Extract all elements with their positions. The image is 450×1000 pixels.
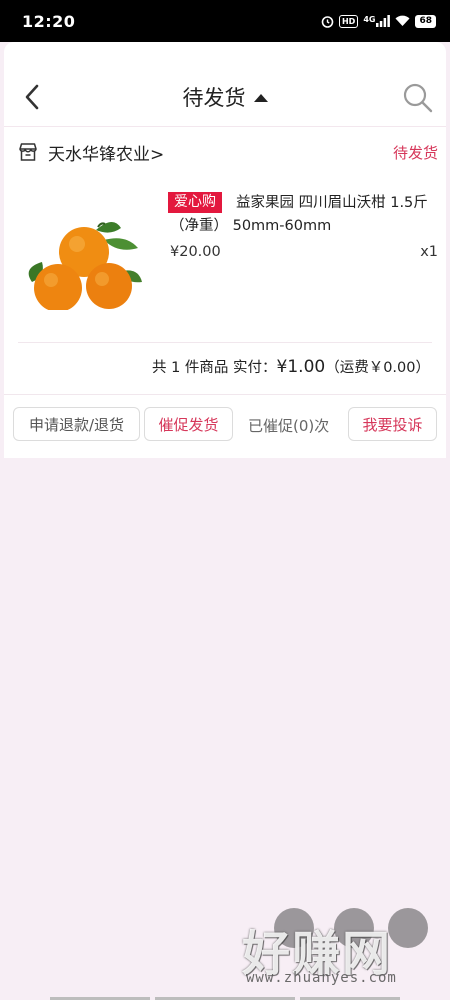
product-image[interactable] xyxy=(18,210,146,312)
summary-prefix: 共 1 件商品 实付： xyxy=(151,360,277,376)
network-label: 4G xyxy=(363,15,376,24)
status-time: 12:20 xyxy=(22,11,76,31)
caret-up-icon xyxy=(253,94,268,102)
paid-amount: ¥1.00 xyxy=(276,357,326,377)
alarm-icon xyxy=(321,15,334,28)
urge-shipment-button[interactable]: 催促发货 xyxy=(144,407,233,441)
divider xyxy=(18,342,432,343)
search-button[interactable] xyxy=(402,82,434,114)
watermark: 好赚网 www.zhuanyes.com xyxy=(236,900,436,990)
wifi-icon xyxy=(395,15,410,27)
status-filter-dropdown[interactable]: 待发货 xyxy=(4,82,446,112)
shop-name-link[interactable]: 天水华锋农业> xyxy=(48,140,164,165)
watermark-circle xyxy=(388,908,428,948)
status-bar: 12:20 HD 4G 68 xyxy=(0,0,450,42)
complain-button[interactable]: 我要投诉 xyxy=(348,407,437,441)
page-title: 待发货 xyxy=(182,86,246,110)
status-icons: HD 4G 68 xyxy=(321,14,436,28)
product-title[interactable]: 益家果园 四川眉山沃柑 1.5斤（净重） 50mm-60mm xyxy=(170,192,440,238)
watermark-url: www.zhuanyes.com xyxy=(246,970,397,986)
shop-row[interactable]: 天水华锋农业> 待发货 xyxy=(4,126,446,177)
hd-icon: HD xyxy=(338,14,359,28)
search-icon xyxy=(403,83,433,113)
urged-count: 已催促(0)次 xyxy=(248,417,330,435)
battery-icon: 68 xyxy=(415,14,436,28)
order-status: 待发货 xyxy=(392,144,438,162)
4g-signal-icon: 4G xyxy=(363,15,391,27)
product-price: ¥20.00 xyxy=(170,244,221,260)
product-quantity: x1 xyxy=(420,244,438,260)
shipping-fee: （运费￥0.00） xyxy=(325,360,430,376)
order-summary: 共 1 件商品 实付：¥1.00（运费￥0.00） xyxy=(152,356,430,377)
store-icon xyxy=(18,142,38,162)
request-refund-button[interactable]: 申请退款/退货 xyxy=(13,407,140,441)
order-card[interactable]: 天水华锋农业> 待发货 爱心购 益家果园 四川眉山沃柑 1.5斤（净重） 50m… xyxy=(4,126,446,458)
header: 待发货 xyxy=(4,42,446,126)
divider xyxy=(4,394,446,395)
